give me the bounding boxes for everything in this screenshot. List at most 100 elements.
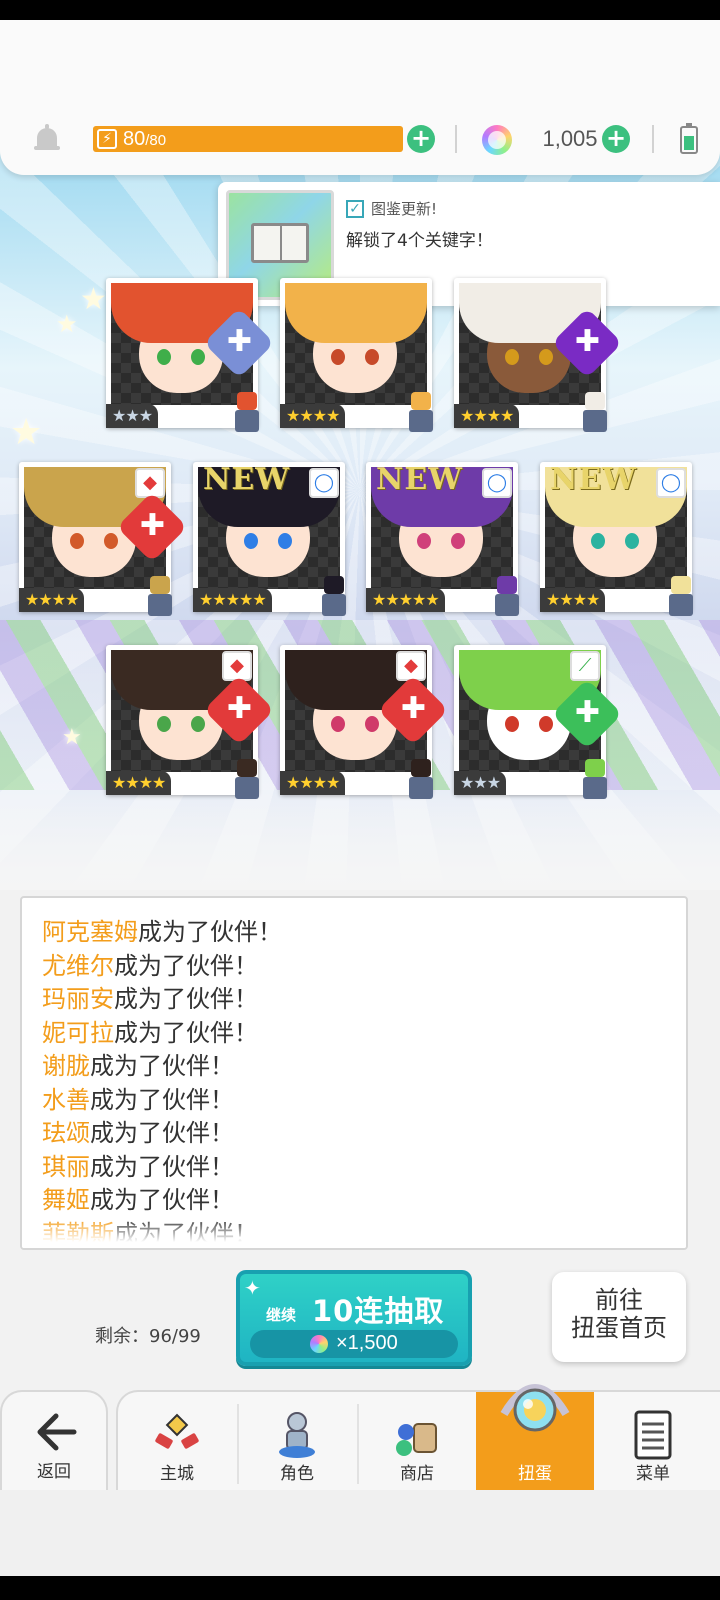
pixel-sprite-icon xyxy=(490,576,524,620)
wind-attribute-icon: ⟋ xyxy=(570,651,600,681)
goto-gacha-home-button[interactable]: 前往 扭蛋首页 xyxy=(552,1272,686,1362)
character-card[interactable]: NEW ◯ ★★★★★ xyxy=(193,462,346,616)
log-suffix: 成为了伙伴！ xyxy=(90,1085,234,1114)
character-card[interactable]: ◆ ✚ ★★★★ xyxy=(106,645,275,799)
gem-count: 1,005 xyxy=(542,126,598,151)
nav-label: 扭蛋 xyxy=(518,1464,552,1484)
water-attribute-icon: ◯ xyxy=(656,468,686,498)
nav-bar: 主城 角色 商店 扭蛋 菜单 xyxy=(116,1384,720,1492)
log-line: 珐颂成为了伙伴！ xyxy=(42,1113,234,1147)
star-decoration: ★ xyxy=(10,412,43,453)
log-fade xyxy=(22,1218,686,1248)
checkbox-icon: ✓ xyxy=(346,200,364,218)
character-card[interactable]: ✚ ★★★ xyxy=(106,278,275,432)
pull-10-button[interactable]: ✦ 继续 10连抽取 ×1,500 xyxy=(236,1270,472,1366)
notice-body: 解锁了4个关键字！ xyxy=(346,231,493,251)
remaining-count: 剩余：96/99 xyxy=(95,1326,201,1347)
status-bar xyxy=(0,0,720,20)
character-card[interactable]: NEW ◯ ★★★★ xyxy=(540,462,693,616)
character-name: 阿克塞姆 xyxy=(42,918,138,946)
character-name: 琪丽 xyxy=(42,1152,90,1181)
log-line: 琪丽成为了伙伴！ xyxy=(42,1147,234,1181)
nav-item-shop[interactable]: 商店 xyxy=(358,1392,476,1492)
new-badge: NEW xyxy=(203,462,290,497)
stamina-text: 80/80 xyxy=(123,128,167,150)
log-suffix: 成为了伙伴！ xyxy=(114,985,258,1013)
character-card[interactable]: NEW ◯ ★★★★★ xyxy=(366,462,519,616)
nav-item-menu[interactable]: 菜单 xyxy=(594,1392,712,1492)
bell-icon[interactable] xyxy=(34,124,60,154)
pixel-sprite-icon xyxy=(230,759,264,803)
log-line: 水善成为了伙伴！ xyxy=(42,1080,234,1114)
log-suffix: 成为了伙伴！ xyxy=(114,951,258,980)
nav-item-characters[interactable]: 角色 xyxy=(238,1392,356,1492)
log-suffix: 成为了伙伴！ xyxy=(90,1052,234,1080)
star-decoration: ★ xyxy=(80,282,107,317)
rarity-stars: ★★★★ xyxy=(19,588,85,612)
character-card[interactable]: ⟋ ✚ ★★★ xyxy=(454,645,623,799)
gem-orb-icon xyxy=(482,125,512,155)
notice-title: 图鉴更新! xyxy=(371,200,438,218)
nav-bottom-strip xyxy=(0,1490,720,1576)
add-stamina-button[interactable]: + xyxy=(407,125,435,153)
character-card[interactable]: ✚ ★★★★ xyxy=(454,278,623,432)
character-card[interactable]: ★★★★ xyxy=(280,278,433,432)
rarity-stars: ★★★ xyxy=(106,404,159,428)
goto-line2: 扭蛋首页 xyxy=(571,1314,667,1342)
log-suffix: 成为了伙伴！ xyxy=(90,1119,234,1147)
rarity-stars: ★★★ xyxy=(454,771,507,795)
log-line: 舞姬成为了伙伴！ xyxy=(42,1180,234,1214)
goto-line1: 前往 xyxy=(595,1286,643,1314)
pixel-sprite-icon xyxy=(404,392,438,436)
character-name: 珐颂 xyxy=(42,1119,90,1147)
pixel-sprite-icon xyxy=(664,576,698,620)
star-decoration: ★ xyxy=(56,310,78,338)
character-name: 尤维尔 xyxy=(42,951,114,980)
pull-label: 10连抽取 xyxy=(312,1294,445,1328)
continue-label: 继续 xyxy=(266,1306,297,1324)
nav-item-town[interactable]: 主城 xyxy=(118,1392,236,1492)
pixel-sprite-icon xyxy=(143,576,177,620)
rarity-stars: ★★★★ xyxy=(106,771,172,795)
character-card[interactable]: ◆ ✚ ★★★★ xyxy=(19,462,188,616)
pull-cost-text: ×1,500 xyxy=(336,1332,398,1354)
sparkle-icon: ✦ xyxy=(244,1276,261,1300)
recruit-log[interactable]: 阿克塞姆成为了伙伴！ 尤维尔成为了伙伴！ 玛丽安成为了伙伴！ 妮可拉成为了伙伴！ 谢胧成… xyxy=(20,896,688,1250)
rarity-stars: ★★★★ xyxy=(280,771,346,795)
nav-item-gacha[interactable]: 扭蛋 xyxy=(476,1384,594,1492)
log-suffix: 成为了伙伴！ xyxy=(90,1186,234,1214)
rarity-stars: ★★★★ xyxy=(454,404,520,428)
new-badge: NEW xyxy=(376,462,463,497)
stamina-bar: ⚡ 80/80 xyxy=(93,126,403,152)
divider xyxy=(652,125,654,153)
log-line: 阿克塞姆成为了伙伴！ xyxy=(42,912,282,946)
log-suffix: 成为了伙伴！ xyxy=(114,1018,258,1047)
nav-label: 角色 xyxy=(280,1464,314,1484)
fire-attribute-icon: ◆ xyxy=(135,468,165,498)
character-name: 水善 xyxy=(42,1085,90,1114)
new-badge: NEW xyxy=(550,462,637,497)
pixel-sprite-icon xyxy=(404,759,438,803)
pixel-sprite-icon xyxy=(578,759,612,803)
pixel-sprite-icon xyxy=(578,392,612,436)
pull-cost: ×1,500 xyxy=(250,1330,458,1358)
log-line: 谢胧成为了伙伴！ xyxy=(42,1046,234,1080)
rarity-stars: ★★★★ xyxy=(540,588,606,612)
add-gems-button[interactable]: + xyxy=(602,125,630,153)
water-attribute-icon: ◯ xyxy=(309,468,339,498)
lightning-icon: ⚡ xyxy=(97,129,117,149)
battery-icon xyxy=(680,123,698,154)
pixel-sprite-icon xyxy=(317,576,351,620)
system-nav-bar xyxy=(0,1576,720,1600)
gem-orb-icon xyxy=(310,1335,328,1353)
back-arrow-icon xyxy=(37,1413,77,1451)
shop-bag-icon xyxy=(396,1423,437,1456)
rarity-stars: ★★★★★ xyxy=(193,588,272,612)
bottom-navigation: 返回 主城 角色 商店 扭蛋 菜单 xyxy=(0,1384,720,1576)
nav-label: 菜单 xyxy=(636,1464,670,1484)
character-card[interactable]: ◆ ✚ ★★★★ xyxy=(280,645,449,799)
rarity-stars: ★★★★ xyxy=(280,404,346,428)
back-button[interactable]: 返回 xyxy=(0,1390,108,1490)
character-name: 舞姬 xyxy=(42,1186,90,1214)
character-name: 玛丽安 xyxy=(42,985,114,1013)
